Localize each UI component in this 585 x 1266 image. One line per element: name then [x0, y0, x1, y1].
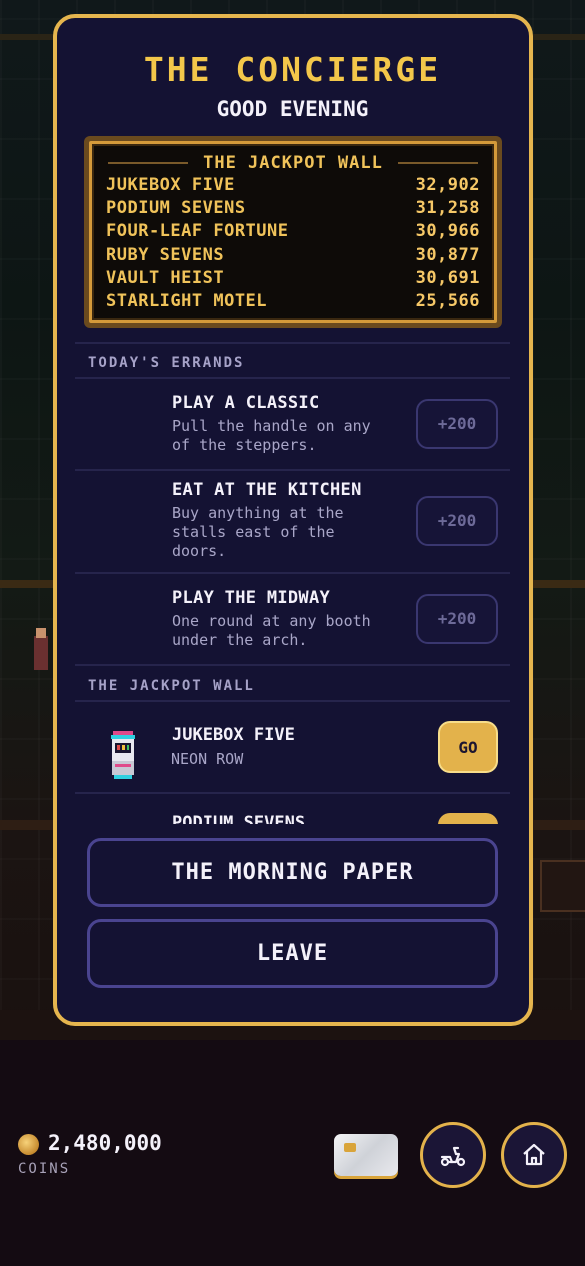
divider — [75, 700, 510, 702]
card-chip — [344, 1143, 356, 1152]
jackpot-amount: 30,966 — [415, 221, 480, 242]
jackpot-wall-section-label: THE JACKPOT WALL — [88, 678, 255, 694]
errand-item: EAT AT THE KITCHEN Buy anything at the s… — [172, 480, 402, 561]
modal-greeting: GOOD EVENING — [216, 97, 369, 121]
scroll-clip-area[interactable]: PODIUM SEVENS — [75, 793, 510, 824]
scene-sign — [540, 860, 585, 912]
jackpot-board-screen: THE JACKPOT WALL JUKEBOX FIVE 32,902 POD… — [89, 141, 497, 323]
jackpot-wall-machine-location: NEON ROW — [171, 750, 244, 768]
jackpot-machine-name: RUBY SEVENS — [106, 244, 225, 265]
errand-item: PLAY THE MIDWAY One round at any booth u… — [172, 588, 402, 650]
jackpot-machine-name: VAULT HEIST — [106, 267, 225, 288]
jackpot-machine-name: PODIUM SEVENS — [106, 198, 246, 219]
go-button[interactable] — [438, 813, 498, 824]
jackpot-board-row: JUKEBOX FIVE 32,902 — [106, 174, 480, 197]
jackpot-board-row: STARLIGHT MOTEL 25,566 — [106, 290, 480, 313]
jackpot-amount: 30,877 — [415, 244, 480, 265]
morning-paper-button[interactable]: THE MORNING PAPER — [87, 838, 498, 907]
jackpot-board-heading: THE JACKPOT WALL — [92, 153, 494, 173]
errand-description-line: stalls east of the — [172, 523, 335, 541]
jackpot-amount: 32,902 — [415, 175, 480, 195]
divider — [75, 377, 510, 379]
coins-label: COINS — [18, 1161, 71, 1177]
modal-title: THE CONCIERGE — [143, 50, 442, 89]
jackpot-board-row: VAULT HEIST 30,691 — [106, 267, 480, 290]
errand-description-line: of the steppers. — [172, 436, 317, 454]
errand-description: Pull the handle on any of the steppers. — [172, 417, 402, 455]
scooter-icon — [440, 1146, 466, 1167]
divider — [75, 572, 510, 574]
divider — [75, 342, 510, 344]
jackpot-board-row: RUBY SEVENS 30,877 — [106, 244, 480, 267]
scooter-button[interactable] — [420, 1122, 486, 1188]
coins-balance: 2,480,000 — [48, 1131, 162, 1155]
jackpot-amount: 30,691 — [415, 267, 480, 288]
errand-description-line: doors. — [172, 542, 227, 560]
errand-description: Buy anything at the stalls east of the d… — [172, 504, 402, 561]
errand-description-line: Pull the handle on any — [172, 417, 371, 435]
player-character — [34, 628, 48, 670]
jackpot-amount: 25,566 — [415, 290, 480, 311]
errand-description-line: under the arch. — [172, 631, 308, 649]
jackpot-machine-name: STARLIGHT MOTEL — [106, 290, 268, 311]
coin-icon — [18, 1134, 39, 1155]
errand-description-line: Buy anything at the — [172, 504, 344, 522]
leave-button[interactable]: LEAVE — [87, 919, 498, 988]
home-icon — [523, 1143, 545, 1166]
errand-reward-badge: +200 — [416, 399, 498, 449]
errand-item: PLAY A CLASSIC Pull the handle on any of… — [172, 393, 402, 455]
errand-description: One round at any booth under the arch. — [172, 612, 402, 650]
divider — [75, 664, 510, 666]
jackpot-wall-machine-name: JUKEBOX FIVE — [172, 725, 295, 745]
jackpot-board-row: FOUR-LEAF FORTUNE 30,966 — [106, 220, 480, 243]
jackpot-machine-name: FOUR-LEAF FORTUNE — [106, 221, 289, 242]
home-button[interactable] — [501, 1122, 567, 1188]
jackpot-machine-name: JUKEBOX FIVE — [106, 175, 235, 195]
card-icon[interactable] — [334, 1134, 398, 1176]
jackpot-wall-machine-name: PODIUM SEVENS — [172, 813, 306, 824]
go-button[interactable]: GO — [438, 721, 498, 773]
errand-description-line: One round at any booth — [172, 612, 371, 630]
errand-name: PLAY THE MIDWAY — [172, 588, 331, 608]
jackpot-amount: 31,258 — [415, 198, 480, 219]
errand-name: EAT AT THE KITCHEN — [172, 480, 362, 500]
jackpot-board: THE JACKPOT WALL JUKEBOX FIVE 32,902 POD… — [84, 136, 502, 328]
errands-section-label: TODAY'S ERRANDS — [88, 355, 245, 371]
divider — [75, 469, 510, 471]
errand-reward-badge: +200 — [416, 496, 498, 546]
errand-name: PLAY A CLASSIC — [172, 393, 320, 413]
errand-reward-badge: +200 — [416, 594, 498, 644]
jackpot-board-row: PODIUM SEVENS 31,258 — [106, 197, 480, 220]
slot-machine-icon — [111, 731, 135, 779]
